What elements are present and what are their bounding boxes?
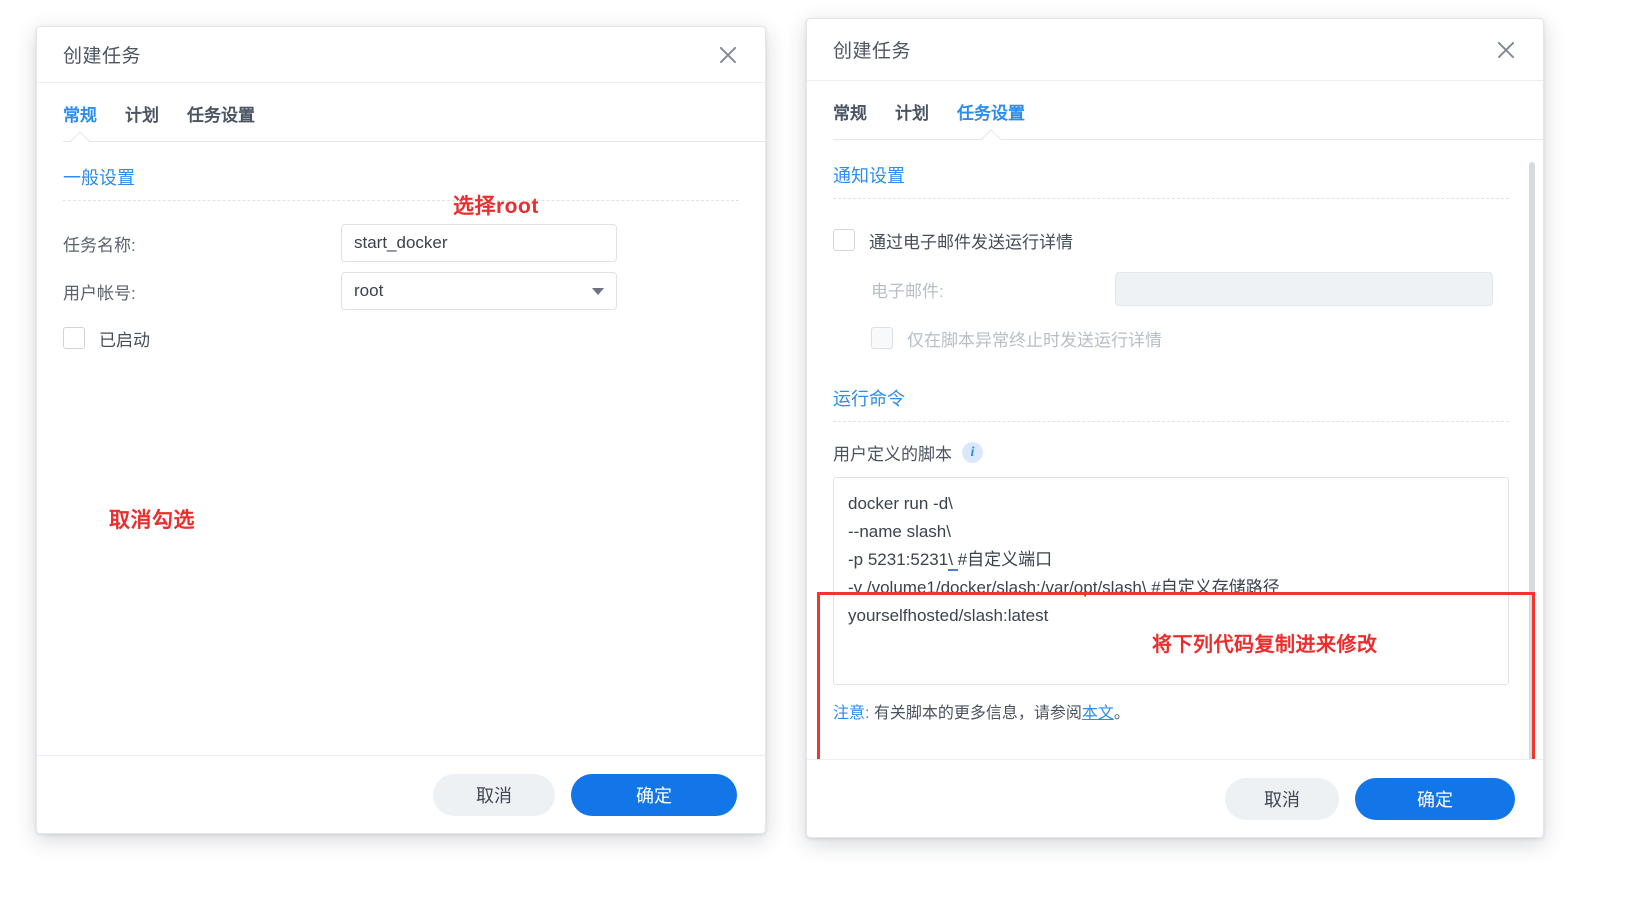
section-title-notification: 通知设置 [833, 166, 905, 186]
email-label: 电子邮件: [871, 281, 944, 301]
script-textarea[interactable]: docker run -d\ --name slash\ -p 5231:523… [833, 477, 1509, 685]
send-email-label: 通过电子邮件发送运行详情 [869, 232, 1073, 252]
scrollbar-track[interactable] [1529, 162, 1535, 759]
section-title-run-command: 运行命令 [833, 389, 905, 409]
script-line: --name slash\ [848, 522, 951, 541]
dialog-title: 创建任务 [833, 41, 912, 62]
section-title-general: 一般设置 [63, 168, 135, 188]
tab-schedule[interactable]: 计划 [895, 99, 929, 140]
screenshot-stage: 创建任务 常规 计划 任务设置 一般设置 任务名称: start_docker … [0, 0, 1648, 910]
script-line: -v /volume1/docker/slash:/var/opt/slash\… [848, 578, 1280, 597]
dialog-body-inner: 一般设置 任务名称: start_docker 用户帐号: root 已启动 选… [37, 142, 765, 755]
tab-task-settings[interactable]: 任务设置 [187, 101, 255, 142]
enabled-row: 已启动 [63, 315, 739, 361]
abnormal-only-label: 仅在脚本异常终止时发送运行详情 [907, 330, 1162, 350]
user-account-value: root [354, 281, 384, 300]
script-line: -p 5231:5231\ #自定义端口 [848, 550, 1053, 571]
annotation-paste-code: 将下列代码复制进来修改 [1152, 634, 1378, 656]
annotation-select-root: 选择root [453, 195, 539, 218]
close-icon[interactable] [713, 40, 743, 70]
section-divider [833, 421, 1509, 422]
user-account-row: 用户帐号: root [63, 267, 739, 315]
email-row: 电子邮件: [833, 263, 1509, 315]
dialog-title: 创建任务 [63, 46, 142, 67]
tab-general[interactable]: 常规 [63, 101, 97, 142]
tab-schedule[interactable]: 计划 [125, 101, 159, 142]
dialog-body-inner: 通知设置 通过电子邮件发送运行详情 电子邮件: 仅在脚本异常终止时发送运行详情 … [807, 140, 1543, 759]
dialog-footer: 取消 确定 [807, 759, 1543, 837]
tab-bar: 常规 计划 任务设置 [807, 81, 1543, 140]
chevron-down-icon [592, 288, 604, 295]
info-icon[interactable]: i [962, 442, 983, 463]
abnormal-only-row: 仅在脚本异常终止时发送运行详情 [833, 315, 1509, 361]
dialog-body: 一般设置 任务名称: start_docker 用户帐号: root 已启动 选… [37, 142, 765, 755]
email-field[interactable] [1115, 272, 1493, 306]
create-task-dialog-task-settings: 创建任务 常规 计划 任务设置 通知设置 通过电子邮件发送运行详情 电子邮件: [806, 18, 1544, 838]
abnormal-only-checkbox[interactable] [871, 327, 893, 349]
note-link[interactable]: 本文 [1082, 705, 1114, 722]
task-name-input[interactable]: start_docker [341, 224, 617, 262]
send-email-row: 通过电子邮件发送运行详情 [833, 217, 1509, 263]
task-name-row: 任务名称: start_docker [63, 219, 739, 267]
confirm-button[interactable]: 确定 [571, 773, 737, 816]
tab-task-settings[interactable]: 任务设置 [957, 99, 1025, 140]
dialog-footer: 取消 确定 [37, 755, 765, 833]
create-task-dialog-general: 创建任务 常规 计划 任务设置 一般设置 任务名称: start_docker … [36, 26, 766, 834]
script-label-row: 用户定义的脚本 i [833, 440, 1509, 465]
cancel-button[interactable]: 取消 [433, 773, 555, 816]
note-suffix: 。 [1113, 705, 1130, 722]
task-name-label: 任务名称: [63, 235, 136, 255]
dialog-body: 通知设置 通过电子邮件发送运行详情 电子邮件: 仅在脚本异常终止时发送运行详情 … [807, 140, 1543, 759]
note-keyword: 注意: [833, 705, 870, 722]
confirm-button[interactable]: 确定 [1355, 777, 1515, 820]
script-note: 注意: 有关脚本的更多信息，请参阅本文。 [833, 699, 1509, 723]
annotation-uncheck: 取消勾选 [109, 509, 195, 532]
tab-bar: 常规 计划 任务设置 [37, 83, 765, 142]
scrollbar-thumb[interactable] [1529, 162, 1535, 759]
note-text: 有关脚本的更多信息，请参阅 [869, 705, 1082, 722]
script-line: docker run -d\ [848, 494, 953, 513]
enabled-label: 已启动 [99, 330, 150, 350]
enabled-checkbox[interactable] [63, 327, 85, 349]
script-label: 用户定义的脚本 [833, 445, 952, 464]
send-email-checkbox[interactable] [833, 229, 855, 251]
section-divider [833, 198, 1509, 199]
user-account-select[interactable]: root [341, 272, 617, 310]
tab-general[interactable]: 常规 [833, 99, 867, 140]
dialog-titlebar: 创建任务 [37, 27, 765, 83]
section-divider [63, 200, 739, 201]
cancel-button[interactable]: 取消 [1225, 777, 1339, 820]
close-icon[interactable] [1491, 35, 1521, 65]
script-line: yourselfhosted/slash:latest [848, 606, 1049, 625]
dialog-titlebar: 创建任务 [807, 19, 1543, 81]
user-account-label: 用户帐号: [63, 283, 136, 303]
